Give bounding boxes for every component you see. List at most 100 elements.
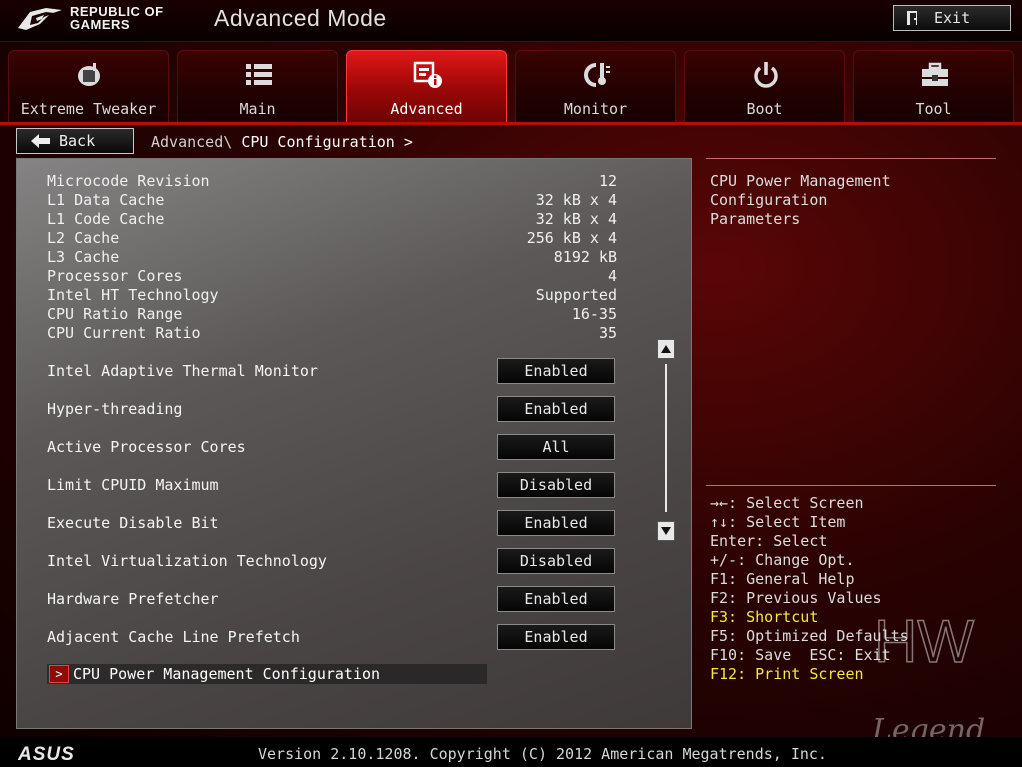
breadcrumb-parent[interactable]: Advanced\ — [151, 133, 232, 151]
item-help-text: CPU Power Management Configuration Param… — [710, 172, 994, 229]
option-label: Active Processor Cores — [47, 438, 246, 456]
option-label: Hardware Prefetcher — [47, 590, 219, 608]
tweaker-icon — [78, 63, 100, 86]
toolbox-icon — [922, 62, 948, 86]
tab-label: Monitor — [563, 100, 628, 118]
option-intel-adaptive-thermal-monitor[interactable]: Intel Adaptive Thermal Monitor Enabled — [47, 358, 617, 384]
info-key: Processor Cores — [47, 267, 183, 285]
help-divider-top — [706, 158, 996, 159]
scroll-up-button[interactable] — [657, 339, 675, 359]
key-hint: Enter: Select — [710, 532, 828, 550]
exit-door-icon — [907, 11, 917, 25]
option-label: Limit CPUID Maximum — [47, 476, 219, 494]
tab-label: Tool — [915, 100, 952, 118]
option-label: Hyper-threading — [47, 400, 183, 418]
key-hint: +/-: Change Opt. — [710, 551, 855, 569]
option-value-select[interactable]: All — [497, 434, 615, 460]
option-limit-cpuid-maximum[interactable]: Limit CPUID Maximum Disabled — [47, 472, 617, 498]
breadcrumb-current: CPU Configuration — [241, 133, 395, 151]
exit-button[interactable]: Exit — [893, 5, 1011, 31]
info-value: 35 — [598, 324, 617, 342]
triangle-down-icon — [661, 527, 671, 535]
watermark-line-1: HW — [874, 608, 974, 675]
option-value-select[interactable]: Enabled — [497, 586, 615, 612]
asus-logo-text: ASUS — [18, 744, 75, 762]
tab-label: Advanced — [390, 100, 463, 118]
power-icon — [754, 62, 778, 88]
option-value-select[interactable]: Enabled — [497, 358, 615, 384]
info-value: 32 kB x 4 — [535, 210, 617, 228]
exit-label: Exit — [934, 9, 971, 27]
mode-title: Advanced Mode — [214, 5, 387, 31]
monitor-gauge-icon — [584, 63, 610, 87]
bios-screen: REPUBLIC OF GAMERS Advanced Mode Exit Ex… — [0, 0, 1022, 767]
option-value-select[interactable]: Enabled — [497, 624, 615, 650]
triangle-up-icon — [661, 345, 671, 353]
tab-tool[interactable]: Tool — [853, 50, 1014, 122]
option-label: Adjacent Cache Line Prefetch — [47, 628, 300, 646]
help-line: CPU Power Management Configuration — [710, 172, 891, 209]
option-hyper-threading[interactable]: Hyper-threading Enabled — [47, 396, 617, 422]
info-key: L1 Data Cache — [47, 191, 165, 209]
option-adjacent-cache-line-prefetch[interactable]: Adjacent Cache Line Prefetch Enabled — [47, 624, 617, 650]
key-hint: ↑↓: Select Item — [710, 513, 846, 531]
option-label: Intel Adaptive Thermal Monitor — [47, 362, 318, 380]
asus-logo: ASUS — [18, 744, 75, 762]
hwlegend-watermark: HW Legend — [871, 607, 985, 748]
option-label: Execute Disable Bit — [47, 514, 219, 532]
option-value-select[interactable]: Enabled — [497, 396, 615, 422]
option-execute-disable-bit[interactable]: Execute Disable Bit Enabled — [47, 510, 617, 536]
breadcrumb: Advanced\ CPU Configuration > — [151, 133, 413, 151]
scrollbar-track[interactable] — [665, 364, 667, 512]
back-label: Back — [59, 132, 96, 150]
version-copyright: Version 2.10.1208. Copyright (C) 2012 Am… — [258, 745, 827, 763]
settings-panel: Microcode Revision 12 L1 Data Cache 32 k… — [16, 158, 692, 729]
tab-boot[interactable]: Boot — [684, 50, 845, 122]
tab-advanced[interactable]: Advanced — [346, 50, 507, 122]
tab-label: Main — [239, 100, 276, 118]
info-key: L2 Cache — [47, 229, 120, 247]
tab-main[interactable]: Main — [177, 50, 338, 122]
main-tabs: Extreme Tweaker Main Advanced Monitor Bo… — [8, 50, 1014, 122]
info-key: Microcode Revision — [47, 172, 210, 190]
tab-monitor[interactable]: Monitor — [515, 50, 676, 122]
info-key: L3 Cache — [47, 248, 120, 266]
option-hardware-prefetcher[interactable]: Hardware Prefetcher Enabled — [47, 586, 617, 612]
submenu-label: CPU Power Management Configuration — [73, 665, 381, 683]
info-key: CPU Current Ratio — [47, 324, 201, 342]
key-hint: →←: Select Screen — [710, 494, 864, 512]
tab-label: Extreme Tweaker — [20, 100, 157, 118]
option-value-select[interactable]: Disabled — [497, 548, 615, 574]
tab-extreme-tweaker[interactable]: Extreme Tweaker — [8, 50, 169, 122]
option-value-select[interactable]: Disabled — [497, 472, 615, 498]
scroll-down-button[interactable] — [657, 521, 675, 541]
key-hint: F1: General Help — [710, 570, 855, 588]
back-arrow-icon — [31, 134, 50, 148]
info-value: 256 kB x 4 — [526, 229, 617, 247]
option-active-processor-cores[interactable]: Active Processor Cores All — [47, 434, 617, 460]
back-button[interactable]: Back — [16, 128, 134, 154]
tab-label: Boot — [746, 100, 783, 118]
rog-eye-logo-icon — [18, 8, 62, 30]
header-bar: REPUBLIC OF GAMERS Advanced Mode Exit — [0, 0, 1022, 42]
info-value: 32 kB x 4 — [535, 191, 617, 209]
info-key: L1 Code Cache — [47, 210, 165, 228]
info-value: 8192 kB — [553, 248, 617, 266]
option-label: Intel Virtualization Technology — [47, 552, 327, 570]
info-key: Intel HT Technology — [47, 286, 219, 304]
list-icon — [246, 64, 272, 85]
info-value: Supported — [535, 286, 617, 304]
brand-line-2: GAMERS — [70, 17, 131, 32]
submenu-arrow-icon: > — [49, 665, 69, 683]
tabbar-divider — [0, 122, 1022, 125]
option-value-select[interactable]: Enabled — [497, 510, 615, 536]
help-divider-keys — [706, 485, 996, 486]
advanced-info-icon — [413, 61, 442, 88]
option-intel-virtualization-technology[interactable]: Intel Virtualization Technology Disabled — [47, 548, 617, 574]
help-line: Parameters — [710, 210, 801, 228]
info-key: CPU Ratio Range — [47, 305, 183, 323]
info-value: 12 — [598, 172, 617, 190]
brand-name: REPUBLIC OF GAMERS — [70, 5, 164, 31]
breadcrumb-arrow: > — [403, 133, 413, 151]
submenu-cpu-power-management[interactable]: > CPU Power Management Configuration — [47, 664, 487, 684]
